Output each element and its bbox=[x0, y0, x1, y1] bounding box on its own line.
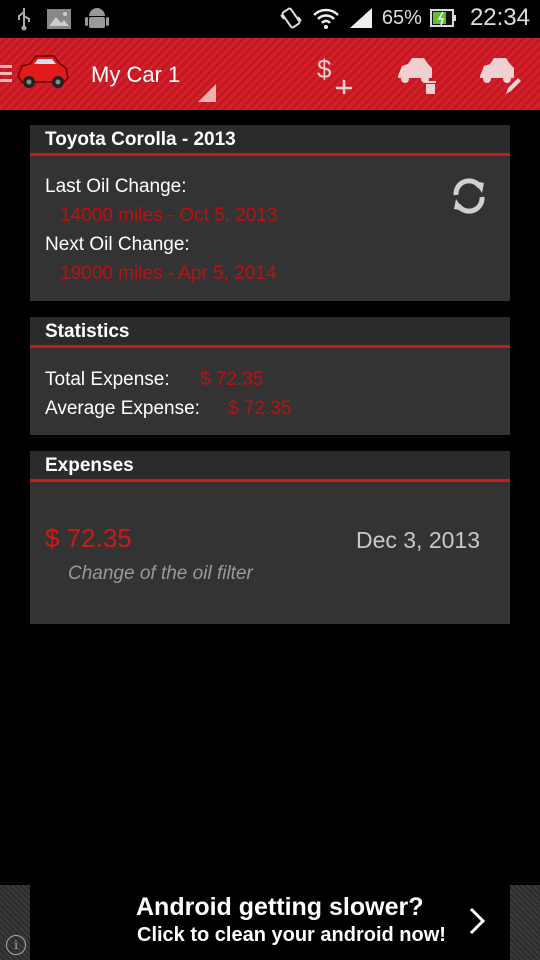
usb-icon bbox=[18, 8, 30, 31]
total-expense-label: Total Expense: bbox=[45, 369, 170, 390]
battery-percent: 65% bbox=[381, 6, 422, 29]
car-logo-icon[interactable] bbox=[14, 50, 70, 92]
car-title: Toyota Corolla - 2013 bbox=[45, 129, 236, 150]
expense-date: Dec 3, 2013 bbox=[355, 527, 480, 553]
expense-description: Change of the oil filter bbox=[68, 563, 253, 584]
add-expense-icon[interactable]: $ bbox=[316, 54, 356, 94]
ad-headline: Android getting slower? bbox=[136, 893, 424, 921]
statistics-card: Statistics Total Expense: $ 72.35 Averag… bbox=[30, 317, 510, 435]
clock: 22:34 bbox=[469, 4, 530, 31]
android-icon bbox=[85, 8, 109, 28]
car-info-card: Toyota Corolla - 2013 Last Oil Change: 1… bbox=[30, 125, 510, 301]
delete-car-icon[interactable] bbox=[396, 54, 438, 96]
status-bar: 65% 22:34 bbox=[0, 0, 540, 38]
ad-right-pattern bbox=[510, 885, 540, 960]
next-oil-change-label: Next Oil Change: bbox=[45, 234, 190, 255]
ad-info-icon[interactable]: i bbox=[6, 935, 26, 955]
ad-subline: Click to clean your android now! bbox=[137, 924, 446, 946]
svg-text:$: $ bbox=[317, 54, 332, 84]
expenses-title: Expenses bbox=[45, 455, 134, 476]
car-selector-title[interactable]: My Car 1 bbox=[91, 62, 180, 88]
total-expense-value: $ 72.35 bbox=[200, 369, 264, 390]
wifi-icon bbox=[313, 8, 339, 29]
drawer-menu-icon[interactable] bbox=[0, 65, 12, 86]
next-oil-change-value: 19000 miles - Apr 5, 2014 bbox=[60, 263, 277, 284]
last-oil-change-value: 14000 miles - Oct 5, 2013 bbox=[60, 205, 278, 226]
average-expense-value: $ 72.35 bbox=[228, 398, 292, 419]
chevron-right-icon bbox=[469, 907, 486, 935]
last-oil-change-label: Last Oil Change: bbox=[45, 176, 187, 197]
spinner-indicator-icon bbox=[198, 84, 216, 102]
vibrate-icon bbox=[280, 7, 302, 29]
signal-icon bbox=[349, 8, 372, 28]
ad-banner[interactable]: i Android getting slower? Click to clean… bbox=[0, 885, 540, 960]
image-icon bbox=[47, 9, 71, 29]
expenses-card: Expenses $ 72.35 Dec 3, 2013 Change of t… bbox=[30, 451, 510, 624]
edit-car-icon[interactable] bbox=[478, 54, 522, 98]
action-bar: My Car 1 $ bbox=[0, 38, 540, 110]
average-expense-label: Average Expense: bbox=[45, 398, 200, 419]
statistics-title: Statistics bbox=[45, 321, 130, 342]
battery-icon bbox=[429, 9, 456, 27]
refresh-icon[interactable] bbox=[448, 175, 490, 217]
expense-amount: $ 72.35 bbox=[45, 523, 132, 553]
